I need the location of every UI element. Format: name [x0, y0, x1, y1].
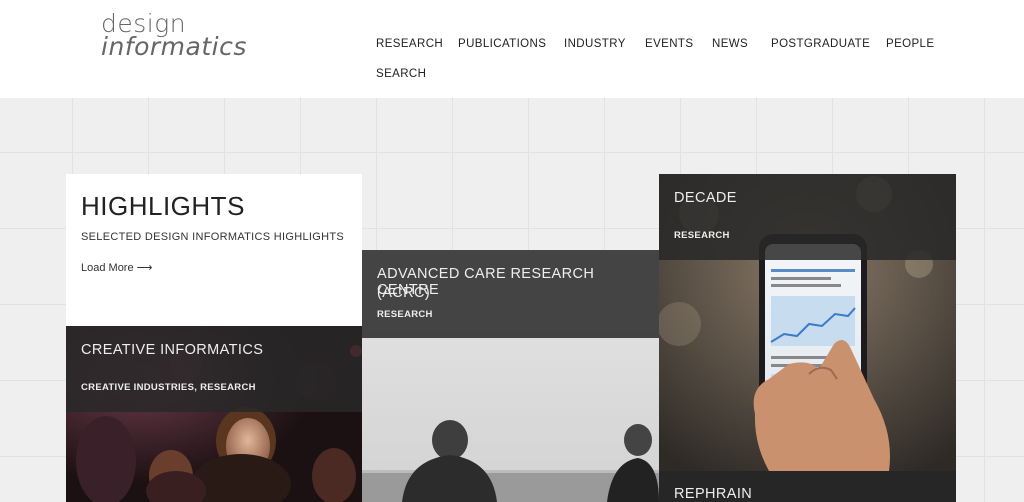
acrc-tags: RESEARCH: [377, 309, 433, 320]
load-more-link[interactable]: Load More ⟶: [81, 261, 152, 274]
creative-informatics-tags: CREATIVE INDUSTRIES, RESEARCH: [81, 382, 256, 393]
site-logo[interactable]: design informatics: [101, 11, 247, 61]
acrc-title-line2: (ACRC): [377, 285, 431, 301]
nav-events[interactable]: EVENTS: [645, 38, 693, 50]
highlights-title: HIGHLIGHTS: [81, 191, 245, 221]
nav-news[interactable]: NEWS: [712, 38, 748, 50]
rephrain-card[interactable]: REPHRAIN: [659, 471, 956, 502]
decade-tags: RESEARCH: [674, 230, 730, 241]
nav-publications[interactable]: PUBLICATIONS: [458, 38, 546, 50]
nav-industry[interactable]: INDUSTRY: [564, 38, 626, 50]
acrc-overlay: ADVANCED CARE RESEARCH CENTRE (ACRC) RES…: [362, 250, 659, 338]
acrc-card[interactable]: ADVANCED CARE RESEARCH CENTRE (ACRC) RES…: [362, 250, 659, 502]
decade-overlay: DECADE RESEARCH: [659, 174, 956, 260]
creative-informatics-card[interactable]: CREATIVE INFORMATICS CREATIVE INDUSTRIES…: [66, 326, 362, 502]
nav-research[interactable]: RESEARCH: [376, 38, 443, 50]
nav-people[interactable]: PEOPLE: [886, 38, 934, 50]
creative-informatics-title: CREATIVE INFORMATICS: [81, 342, 264, 358]
nav-postgraduate[interactable]: POSTGRADUATE: [771, 38, 870, 50]
highlights-subtitle: SELECTED DESIGN INFORMATICS HIGHLIGHTS: [81, 231, 345, 243]
site-header: design informatics RESEARCH PUBLICATIONS…: [0, 0, 1024, 98]
highlights-card: HIGHLIGHTS SELECTED DESIGN INFORMATICS H…: [66, 174, 362, 326]
decade-title: DECADE: [674, 190, 737, 206]
decade-card[interactable]: DECADE RESEARCH: [659, 174, 956, 471]
creative-informatics-overlay: CREATIVE INFORMATICS CREATIVE INDUSTRIES…: [66, 326, 362, 412]
rephrain-title: REPHRAIN: [674, 486, 753, 502]
logo-line-informatics: informatics: [101, 32, 247, 61]
nav-search[interactable]: SEARCH: [376, 68, 426, 80]
